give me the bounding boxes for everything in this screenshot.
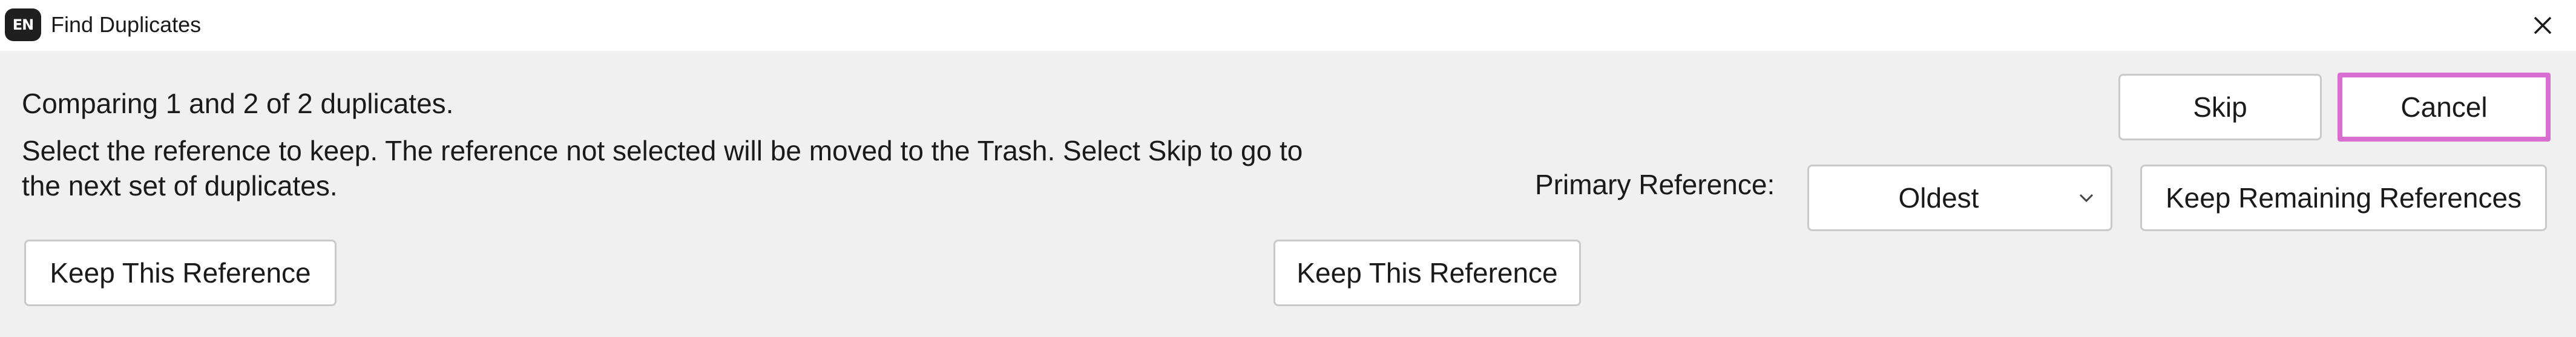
instructions-line-1: Select the reference to keep. The refere… <box>22 135 1303 166</box>
title-bar: EN Find Duplicates <box>0 0 2576 51</box>
keep-this-reference-right-button[interactable]: Keep This Reference <box>1273 240 1581 306</box>
close-icon <box>2534 16 2552 34</box>
keep-remaining-references-button[interactable]: Keep Remaining References <box>2140 165 2547 231</box>
primary-reference-select[interactable]: Oldest <box>1807 165 2112 231</box>
app-badge-text: EN <box>12 16 34 33</box>
primary-reference-value: Oldest <box>1898 182 1979 214</box>
skip-button[interactable]: Skip <box>2118 74 2322 140</box>
instructions-line-2: the next set of duplicates. <box>22 170 338 201</box>
app-logo-icon: EN <box>5 8 41 41</box>
comparing-status: Comparing 1 and 2 of 2 duplicates. <box>22 88 454 119</box>
window-title: Find Duplicates <box>51 12 202 37</box>
chevron-down-icon <box>2079 194 2094 203</box>
close-button[interactable] <box>2509 0 2576 51</box>
primary-reference-label: Primary Reference: <box>1535 169 1775 200</box>
dialog-body: Comparing 1 and 2 of 2 duplicates. Selec… <box>0 51 2576 337</box>
keep-this-reference-left-button[interactable]: Keep This Reference <box>24 240 337 306</box>
cancel-button[interactable]: Cancel <box>2338 73 2551 142</box>
